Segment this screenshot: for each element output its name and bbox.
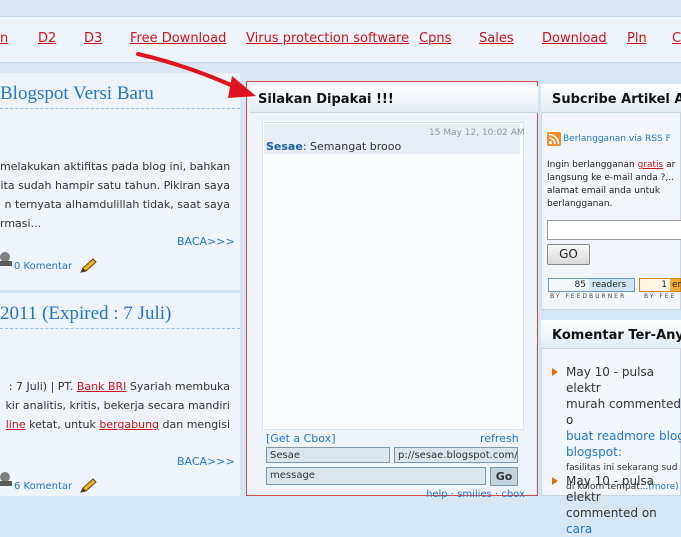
title-divider bbox=[0, 328, 240, 329]
online-link[interactable]: line bbox=[6, 418, 26, 431]
nav-link-d3[interactable]: D3 bbox=[84, 31, 102, 46]
subscribe-text: langsung ke e-mail anda ?,.. bbox=[547, 173, 674, 183]
read-more-link[interactable]: BACA>>> bbox=[177, 235, 235, 248]
pencil-icon[interactable] bbox=[79, 478, 97, 494]
name-input[interactable]: Sesae bbox=[266, 447, 390, 463]
email-input[interactable] bbox=[547, 220, 681, 240]
comments-title: Komentar Ter-Anya bbox=[552, 328, 681, 343]
nav-link-cn[interactable]: Cn bbox=[672, 31, 681, 46]
get-cbox-link[interactable]: [Get a Cbox] bbox=[266, 432, 336, 445]
subscribe-text: Ingin berlangganan gratis ar bbox=[547, 160, 676, 170]
cbox-footer-links[interactable]: help · smilies · cbox bbox=[426, 489, 525, 500]
post-text-line: melakukan aktifitas pada blog ini, bahka… bbox=[0, 160, 230, 173]
post-text-line: line ketat, untuk bergabung dan mengisi bbox=[5, 418, 230, 431]
feed-email-badge[interactable]: 1 en bbox=[639, 278, 681, 292]
title-divider bbox=[0, 108, 240, 109]
comment-post-link[interactable]: blogspot: bbox=[566, 444, 681, 460]
nav-link-virus-protection[interactable]: Virus protection software bbox=[246, 31, 409, 46]
rss-subscribe-link[interactable]: Berlangganan via RSS F bbox=[563, 134, 671, 144]
message-timestamp: 15 May 12, 10:02 AM bbox=[429, 128, 525, 138]
read-more-link[interactable]: BACA>>> bbox=[177, 455, 235, 468]
post-text-line: rmasi... bbox=[0, 217, 42, 230]
subscribe-text: alamat email anda untuk bbox=[547, 186, 661, 196]
bullet-arrow-icon bbox=[552, 477, 558, 485]
feedburner-caption: BY FEE bbox=[644, 293, 677, 300]
message-author[interactable]: Sesae bbox=[266, 140, 303, 153]
comment-count-link[interactable]: 0 Komentar bbox=[14, 261, 72, 272]
comment-item: May 10 - pulsa elektr commented on cara bbox=[566, 474, 657, 536]
gratis-link[interactable]: gratis bbox=[638, 160, 664, 170]
nav-link-free-download[interactable]: Free Download bbox=[130, 31, 226, 46]
bergabung-link[interactable]: bergabung bbox=[99, 418, 159, 431]
url-input[interactable]: p://sesae.blogspot.com/ bbox=[394, 447, 518, 463]
subscribe-go-button[interactable]: GO bbox=[547, 244, 590, 265]
nav-link-download[interactable]: Download bbox=[542, 31, 607, 46]
chat-messages-area[interactable] bbox=[262, 122, 524, 430]
nav-link-sales[interactable]: Sales bbox=[479, 31, 514, 46]
comment-post-link[interactable]: buat readmore blog bbox=[566, 428, 681, 444]
nav-link-n[interactable]: n bbox=[0, 31, 8, 46]
post-text-line: ita sudah hampir satu tahun. Pikiran say… bbox=[0, 179, 230, 192]
rss-icon[interactable] bbox=[547, 132, 561, 146]
comment-avatar-icon bbox=[0, 252, 12, 266]
nav-link-d2[interactable]: D2 bbox=[38, 31, 56, 46]
message-text: Sesae: Semangat brooo bbox=[266, 140, 402, 153]
feed-readers-badge[interactable]: 85 readers bbox=[548, 278, 635, 292]
bullet-arrow-icon bbox=[552, 368, 558, 376]
post-text-line: n ternyata alhamdulillah tidak, saat say… bbox=[4, 198, 230, 211]
subscribe-title: Subcribe Artikel An bbox=[552, 92, 681, 107]
comment-avatar-icon bbox=[0, 472, 12, 486]
message-input[interactable]: message bbox=[266, 467, 486, 485]
nav-link-pln[interactable]: Pln bbox=[627, 31, 647, 46]
post-text-line: : 7 Juli) | PT. Bank BRI Syariah membuka bbox=[8, 380, 230, 393]
cbox-title: Silakan Dipakai !!! bbox=[258, 92, 394, 107]
subscribe-widget bbox=[541, 84, 681, 310]
refresh-link[interactable]: refresh bbox=[480, 432, 519, 445]
bank-bri-link[interactable]: Bank BRI bbox=[77, 380, 127, 393]
feedburner-caption: BY FEEDBURNER bbox=[550, 293, 627, 300]
post-title[interactable]: 2011 (Expired : 7 Juli) bbox=[0, 303, 171, 325]
comment-post-link[interactable]: cara bbox=[566, 522, 592, 536]
comment-count-link[interactable]: 6 Komentar bbox=[14, 481, 72, 492]
pencil-icon[interactable] bbox=[79, 258, 97, 274]
nav-link-cpns[interactable]: Cpns bbox=[419, 31, 451, 46]
send-button[interactable]: Go bbox=[490, 467, 518, 486]
post-text-line: kir analitis, kritis, bekerja secara man… bbox=[5, 399, 230, 412]
annotation-arrow-icon bbox=[136, 52, 256, 98]
subscribe-text: berlangganan. bbox=[547, 199, 613, 209]
